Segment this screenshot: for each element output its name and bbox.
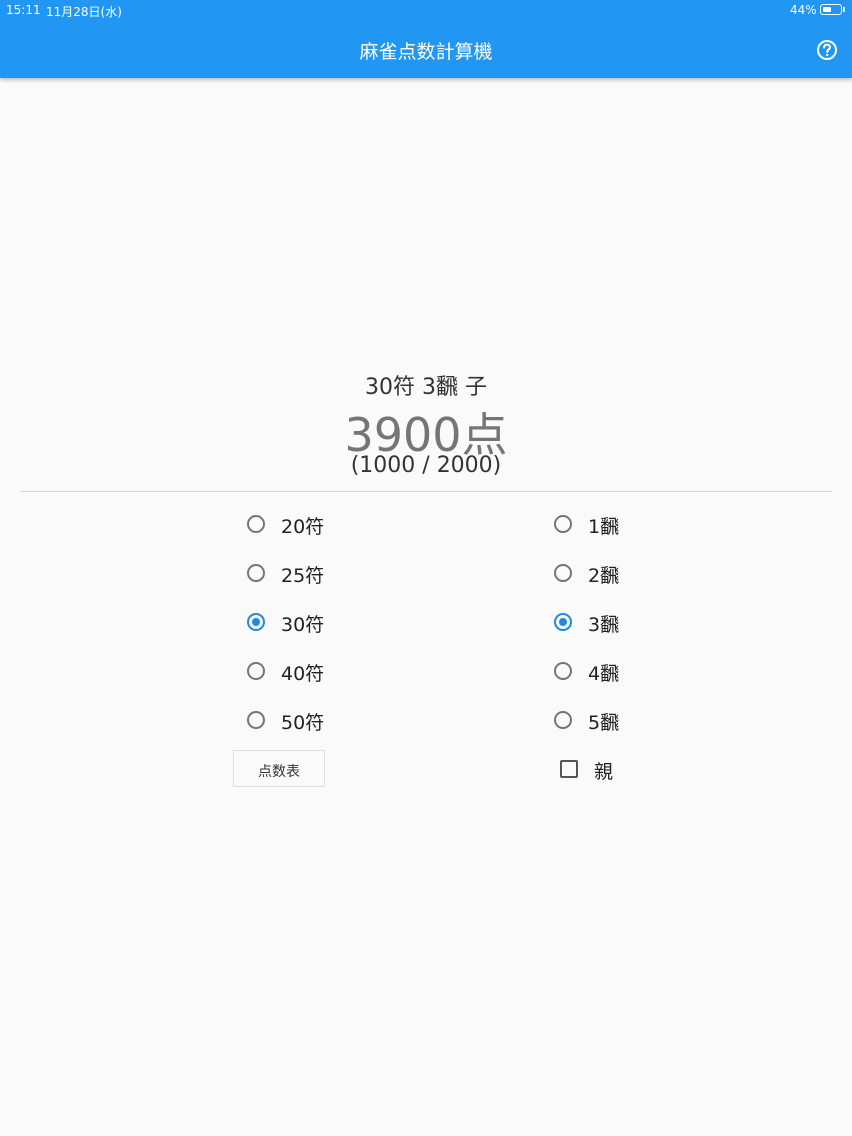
radio-button[interactable]: [554, 515, 572, 533]
status-time: 15:11: [6, 3, 41, 17]
battery-tip: [843, 7, 845, 12]
app-title: 麻雀点数計算機: [359, 41, 493, 63]
fu-option-label: 30符: [281, 614, 325, 636]
han-option-label: 2飜: [588, 565, 620, 587]
han-option-label: 5飜: [588, 712, 620, 734]
score-table-button-label: 点数表: [258, 764, 300, 780]
radio-button[interactable]: [247, 564, 265, 582]
battery-level: [823, 7, 831, 12]
han-option-label: 4飜: [588, 663, 620, 685]
fu-option-label: 20符: [281, 516, 325, 538]
radio-button[interactable]: [554, 662, 572, 680]
score-table-button[interactable]: 点数表: [233, 750, 325, 787]
han-option-label: 3飜: [588, 614, 620, 636]
han-option-label: 1飜: [588, 516, 620, 538]
battery-icon: [820, 4, 842, 15]
dealer-checkbox[interactable]: [560, 760, 578, 778]
divider: [20, 491, 832, 492]
app-bar: 15:11 11月28日(水) 44% 麻雀点数計算機: [0, 0, 852, 78]
radio-button[interactable]: [247, 711, 265, 729]
fu-option-label: 25符: [281, 565, 325, 587]
radio-button[interactable]: [247, 662, 265, 680]
radio-button[interactable]: [554, 613, 572, 631]
radio-button[interactable]: [554, 711, 572, 729]
radio-button[interactable]: [554, 564, 572, 582]
result-summary: 30符 3飜 子: [365, 375, 487, 400]
fu-option-label: 50符: [281, 712, 325, 734]
result-split: (1000 / 2000): [350, 453, 502, 478]
dealer-checkbox-label: 親: [594, 761, 614, 783]
battery-percent: 44%: [790, 3, 817, 17]
help-circle-icon[interactable]: [816, 39, 838, 61]
radio-button[interactable]: [247, 515, 265, 533]
radio-button[interactable]: [247, 613, 265, 631]
fu-option-label: 40符: [281, 663, 325, 685]
status-date: 11月28日(水): [46, 5, 122, 19]
